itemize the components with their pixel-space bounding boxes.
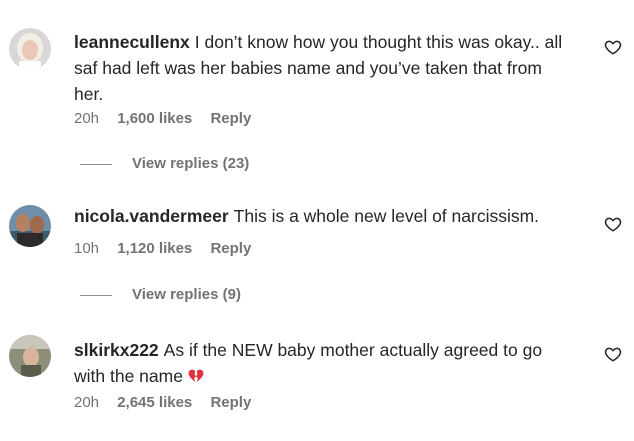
comment-meta: 20h 1,600 likes Reply — [74, 110, 265, 127]
avatar[interactable] — [9, 28, 51, 70]
heart-outline-icon[interactable] — [604, 215, 622, 233]
likes-count[interactable]: 1,600 likes — [117, 110, 192, 127]
avatar[interactable] — [9, 205, 51, 247]
view-replies-button[interactable]: View replies (9) — [80, 286, 241, 303]
comment-body: This is a whole new level of narcissism. — [233, 206, 540, 226]
likes-count[interactable]: 2,645 likes — [117, 394, 192, 411]
reply-button[interactable]: Reply — [210, 394, 251, 411]
view-replies-button[interactable]: View replies (23) — [80, 155, 249, 172]
comment-text: nicola.vandermeer This is a whole new lev… — [74, 203, 574, 229]
username[interactable]: nicola.vandermeer — [74, 206, 229, 226]
comment-meta: 20h 2,645 likes Reply — [74, 394, 265, 411]
comment-text: leannecullenx I don’t know how you though… — [74, 29, 574, 107]
heart-outline-icon[interactable] — [604, 345, 622, 363]
reply-button[interactable]: Reply — [210, 110, 251, 127]
view-replies-label: View replies (23) — [132, 155, 250, 172]
divider-line — [80, 294, 112, 296]
comment-text: slkirkx222 As if the NEW baby mother actu… — [74, 337, 574, 389]
heart-outline-icon[interactable] — [604, 38, 622, 56]
username[interactable]: leannecullenx — [74, 32, 190, 52]
username[interactable]: slkirkx222 — [74, 340, 159, 360]
broken-heart-icon — [188, 369, 204, 382]
timestamp: 10h — [74, 240, 100, 257]
reply-button[interactable]: Reply — [210, 240, 251, 257]
comment-meta: 10h 1,120 likes Reply — [74, 240, 265, 257]
timestamp: 20h — [74, 110, 100, 127]
likes-count[interactable]: 1,120 likes — [117, 240, 192, 257]
timestamp: 20h — [74, 394, 100, 411]
divider-line — [80, 163, 112, 165]
avatar[interactable] — [9, 335, 51, 377]
view-replies-label: View replies (9) — [132, 286, 241, 303]
